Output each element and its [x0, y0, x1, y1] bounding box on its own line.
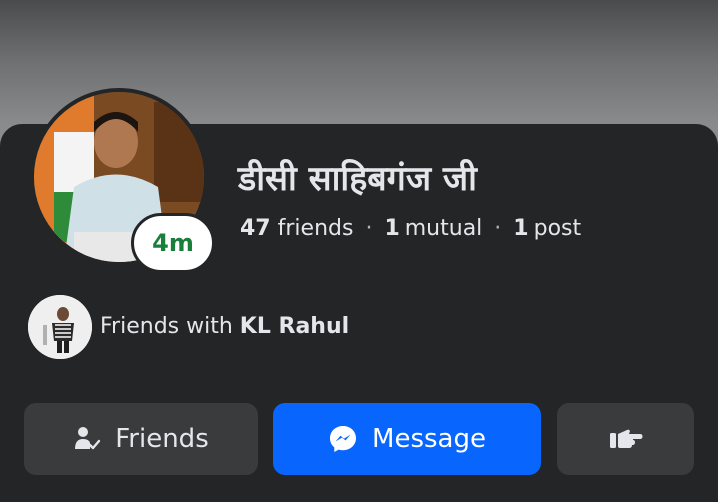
profile-stats: 47 friends · 1 mutual · 1 post — [240, 216, 581, 241]
stats-separator: · — [365, 216, 373, 241]
friends-button[interactable]: Friends — [24, 403, 258, 475]
mutual-label: mutual — [404, 216, 483, 241]
friends-check-icon — [73, 425, 101, 453]
message-button-label: Message — [372, 424, 486, 454]
posts-label: post — [533, 216, 582, 241]
friends-count: 47 — [240, 216, 271, 241]
hand-pointing-icon — [609, 426, 643, 452]
profile-name[interactable]: डीसी साहिबगंज जी — [238, 154, 477, 200]
posts-count: 1 — [513, 216, 529, 241]
messenger-icon — [328, 424, 358, 454]
mutual-friends-text[interactable]: Friends with KL Rahul — [100, 314, 349, 339]
mutual-prefix: Friends with — [100, 314, 240, 339]
mutual-friend-name: KL Rahul — [239, 314, 350, 339]
friends-label: friends — [277, 216, 354, 241]
friends-button-label: Friends — [115, 424, 209, 454]
stats-separator: · — [494, 216, 502, 241]
mutual-count: 1 — [384, 216, 400, 241]
more-options-button[interactable] — [557, 403, 694, 475]
mutual-friend-avatar[interactable] — [28, 295, 92, 359]
active-time-badge: 4m — [131, 213, 215, 273]
message-button[interactable]: Message — [273, 403, 541, 475]
mutual-friend-photo — [28, 295, 92, 359]
